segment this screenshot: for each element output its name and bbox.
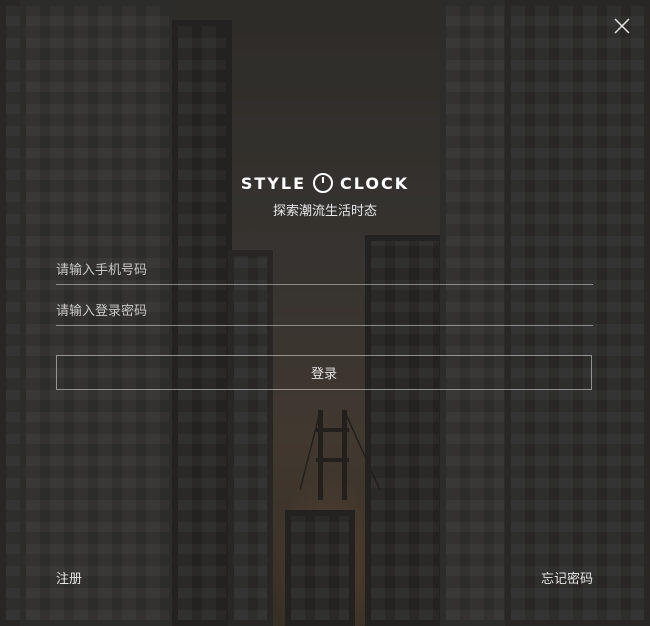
register-link[interactable]: 注册: [56, 568, 82, 587]
login-button[interactable]: 登录: [56, 355, 592, 390]
logo-text-right: CLOCK: [340, 173, 410, 193]
close-icon: [614, 18, 630, 34]
phone-field: [56, 256, 593, 285]
password-field: [56, 297, 593, 326]
phone-input[interactable]: [56, 256, 593, 284]
tagline: 探索潮流生活时态: [272, 204, 377, 219]
logo-text-left: STYLE: [240, 173, 307, 193]
password-input[interactable]: [56, 297, 593, 325]
logo: STYLE CLOCK: [241, 172, 409, 194]
brand-block: STYLE CLOCK 探索潮流生活时态: [0, 172, 650, 219]
clock-icon: [313, 173, 334, 193]
login-window: STYLE CLOCK 探索潮流生活时态 登录 注册 忘记密码: [0, 0, 650, 626]
close-button[interactable]: [612, 16, 632, 36]
forgot-password-link[interactable]: 忘记密码: [541, 568, 593, 587]
